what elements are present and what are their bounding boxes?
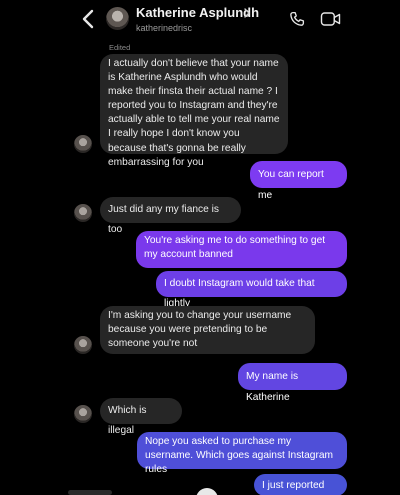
back-arrow-icon[interactable] [80, 8, 96, 30]
message-outgoing[interactable]: I doubt Instagram would take that lightl… [156, 271, 347, 309]
contact-name[interactable]: Katherine Asplundh [136, 5, 259, 20]
message-outgoing[interactable]: Nope you asked to purchase my username. … [137, 432, 347, 475]
message-incoming[interactable]: I'm asking you to change your username b… [100, 306, 315, 354]
chat-header: Katherine Asplundh katherinedrisc [0, 0, 400, 40]
contact-username: katherinedrisc [136, 23, 193, 33]
status-indicator [68, 490, 112, 495]
message-outgoing[interactable]: My name is Katherine [238, 363, 347, 403]
message-outgoing[interactable]: I just reported you [254, 474, 347, 495]
video-call-icon[interactable] [320, 10, 341, 28]
sender-avatar[interactable] [74, 204, 92, 222]
message-outgoing[interactable]: You can report me [250, 161, 347, 201]
phone-icon[interactable] [288, 10, 306, 28]
sender-avatar[interactable] [74, 405, 92, 423]
message-incoming[interactable]: I actually don't believe that your name … [100, 54, 288, 168]
contact-avatar[interactable] [106, 7, 129, 30]
chevron-right-icon[interactable] [243, 8, 251, 18]
edited-label: Edited [109, 43, 131, 52]
home-indicator[interactable] [196, 488, 218, 495]
sender-avatar[interactable] [74, 336, 92, 354]
message-outgoing[interactable]: You're asking me to do something to get … [136, 231, 347, 268]
sender-avatar[interactable] [74, 135, 92, 153]
message-incoming[interactable]: Which is illegal [100, 398, 182, 436]
message-incoming[interactable]: Just did any my fiance is too [100, 197, 241, 235]
